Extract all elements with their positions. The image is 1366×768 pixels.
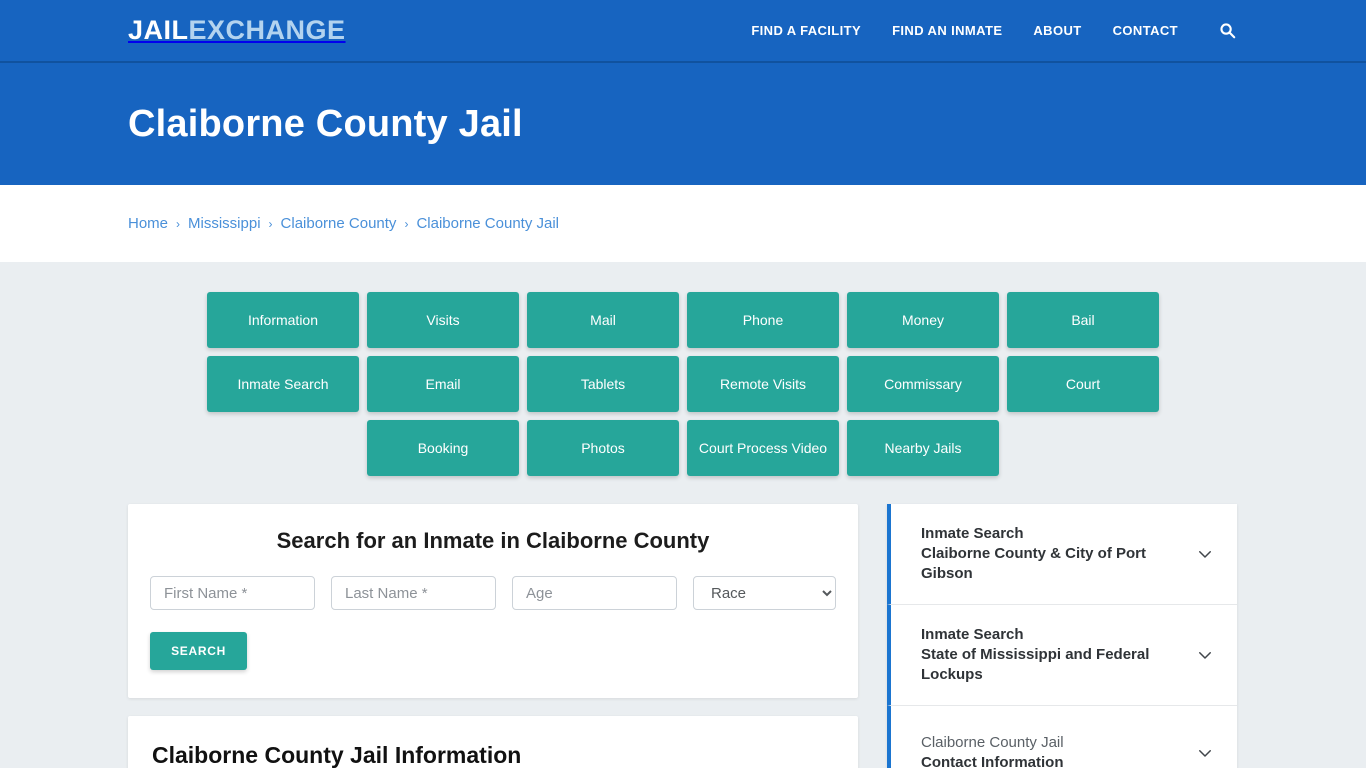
search-icon[interactable] — [1216, 20, 1238, 42]
logo-text-primary: JAIL — [128, 15, 189, 45]
facility-tab-grid: Information Visits Mail Phone Money Bail… — [135, 292, 1231, 476]
breadcrumb-item-claiborne-county[interactable]: Claiborne County — [281, 215, 397, 232]
inmate-search-heading: Search for an Inmate in Claiborne County — [276, 528, 710, 553]
tab-bail[interactable]: Bail — [1007, 292, 1159, 348]
jail-information-heading: Claiborne County Jail Information — [152, 742, 522, 768]
first-name-input[interactable] — [150, 576, 315, 610]
tab-commissary[interactable]: Commissary — [847, 356, 999, 412]
tab-inmate-search[interactable]: Inmate Search — [207, 356, 359, 412]
logo-text-secondary: EXCHANGE — [188, 15, 346, 45]
nav-item-contact[interactable]: CONTACT — [1113, 23, 1178, 38]
tab-phone[interactable]: Phone — [687, 292, 839, 348]
chevron-down-icon[interactable] — [1195, 544, 1215, 564]
tab-visits[interactable]: Visits — [367, 292, 519, 348]
accordion-item-text: Claiborne County Jail Contact Informatio… — [921, 733, 1185, 768]
accordion-item-contact-information[interactable]: Claiborne County Jail Contact Informatio… — [887, 705, 1237, 768]
accordion-item-title: Claiborne County Jail — [921, 734, 1064, 752]
chevron-right-icon: › — [176, 216, 181, 231]
nav-item-find-a-facility[interactable]: FIND A FACILITY — [751, 23, 861, 38]
breadcrumb-item-mississippi[interactable]: Mississippi — [188, 215, 261, 232]
accordion-item-title: Inmate Search — [921, 525, 1024, 542]
breadcrumb-item-claiborne-county-jail[interactable]: Claiborne County Jail — [416, 215, 559, 232]
accordion-item-subtitle: State of Mississippi and Federal Lockups — [921, 645, 1150, 683]
tab-tablets[interactable]: Tablets — [527, 356, 679, 412]
tab-nearby-jails[interactable]: Nearby Jails — [847, 420, 999, 476]
accordion-item-subtitle: Claiborne County & City of Port Gibson — [921, 544, 1146, 582]
race-select[interactable]: Race — [693, 576, 836, 610]
chevron-down-icon[interactable] — [1195, 645, 1215, 665]
breadcrumb-bar: Home › Mississippi › Claiborne County › … — [0, 185, 1366, 262]
tab-booking[interactable]: Booking — [367, 420, 519, 476]
chevron-right-icon: › — [268, 216, 273, 231]
main-column: Search for an Inmate in Claiborne County… — [128, 504, 858, 768]
jail-information-card: Claiborne County Jail Information — [128, 716, 858, 768]
nav-item-about[interactable]: ABOUT — [1033, 23, 1081, 38]
tab-court-process-video[interactable]: Court Process Video — [687, 420, 839, 476]
hero-banner: Claiborne County Jail — [0, 63, 1366, 185]
breadcrumb: Home › Mississippi › Claiborne County › … — [128, 215, 559, 232]
tab-remote-visits[interactable]: Remote Visits — [687, 356, 839, 412]
tab-mail[interactable]: Mail — [527, 292, 679, 348]
main-content: Information Visits Mail Phone Money Bail… — [0, 262, 1366, 768]
last-name-input[interactable] — [331, 576, 496, 610]
accordion-item-inmate-search-county[interactable]: Inmate Search Claiborne County & City of… — [887, 504, 1237, 605]
tab-information[interactable]: Information — [207, 292, 359, 348]
accordion-item-title: Inmate Search — [921, 625, 1024, 643]
search-button[interactable]: SEARCH — [150, 632, 247, 670]
tab-email[interactable]: Email — [367, 356, 519, 412]
accordion-item-inmate-search-state[interactable]: Inmate Search State of Mississippi and F… — [887, 604, 1237, 706]
tab-photos[interactable]: Photos — [527, 420, 679, 476]
nav-item-find-an-inmate[interactable]: FIND AN INMATE — [892, 23, 1002, 38]
sidebar-accordion: Inmate Search Claiborne County & City of… — [887, 504, 1237, 768]
accordion-item-subtitle: Contact Information — [921, 754, 1064, 768]
inmate-search-card: Search for an Inmate in Claiborne County… — [128, 504, 858, 698]
sidebar-column: Inmate Search Claiborne County & City of… — [887, 504, 1237, 768]
content-columns: Search for an Inmate in Claiborne County… — [128, 504, 1238, 768]
chevron-right-icon: › — [404, 216, 409, 231]
chevron-down-icon[interactable] — [1195, 743, 1215, 763]
site-logo[interactable]: JAILEXCHANGE — [128, 17, 346, 44]
inmate-search-fields: Race — [150, 576, 836, 610]
accordion-item-text: Inmate Search State of Mississippi and F… — [921, 625, 1185, 685]
tab-court[interactable]: Court — [1007, 356, 1159, 412]
top-navbar: JAILEXCHANGE FIND A FACILITY FIND AN INM… — [0, 0, 1366, 63]
breadcrumb-item-home[interactable]: Home — [128, 215, 168, 232]
age-input[interactable] — [512, 576, 677, 610]
accordion-item-text: Inmate Search Claiborne County & City of… — [921, 524, 1185, 584]
primary-nav: FIND A FACILITY FIND AN INMATE ABOUT CON… — [751, 20, 1238, 42]
tab-money[interactable]: Money — [847, 292, 999, 348]
page-title: Claiborne County Jail — [128, 102, 523, 145]
